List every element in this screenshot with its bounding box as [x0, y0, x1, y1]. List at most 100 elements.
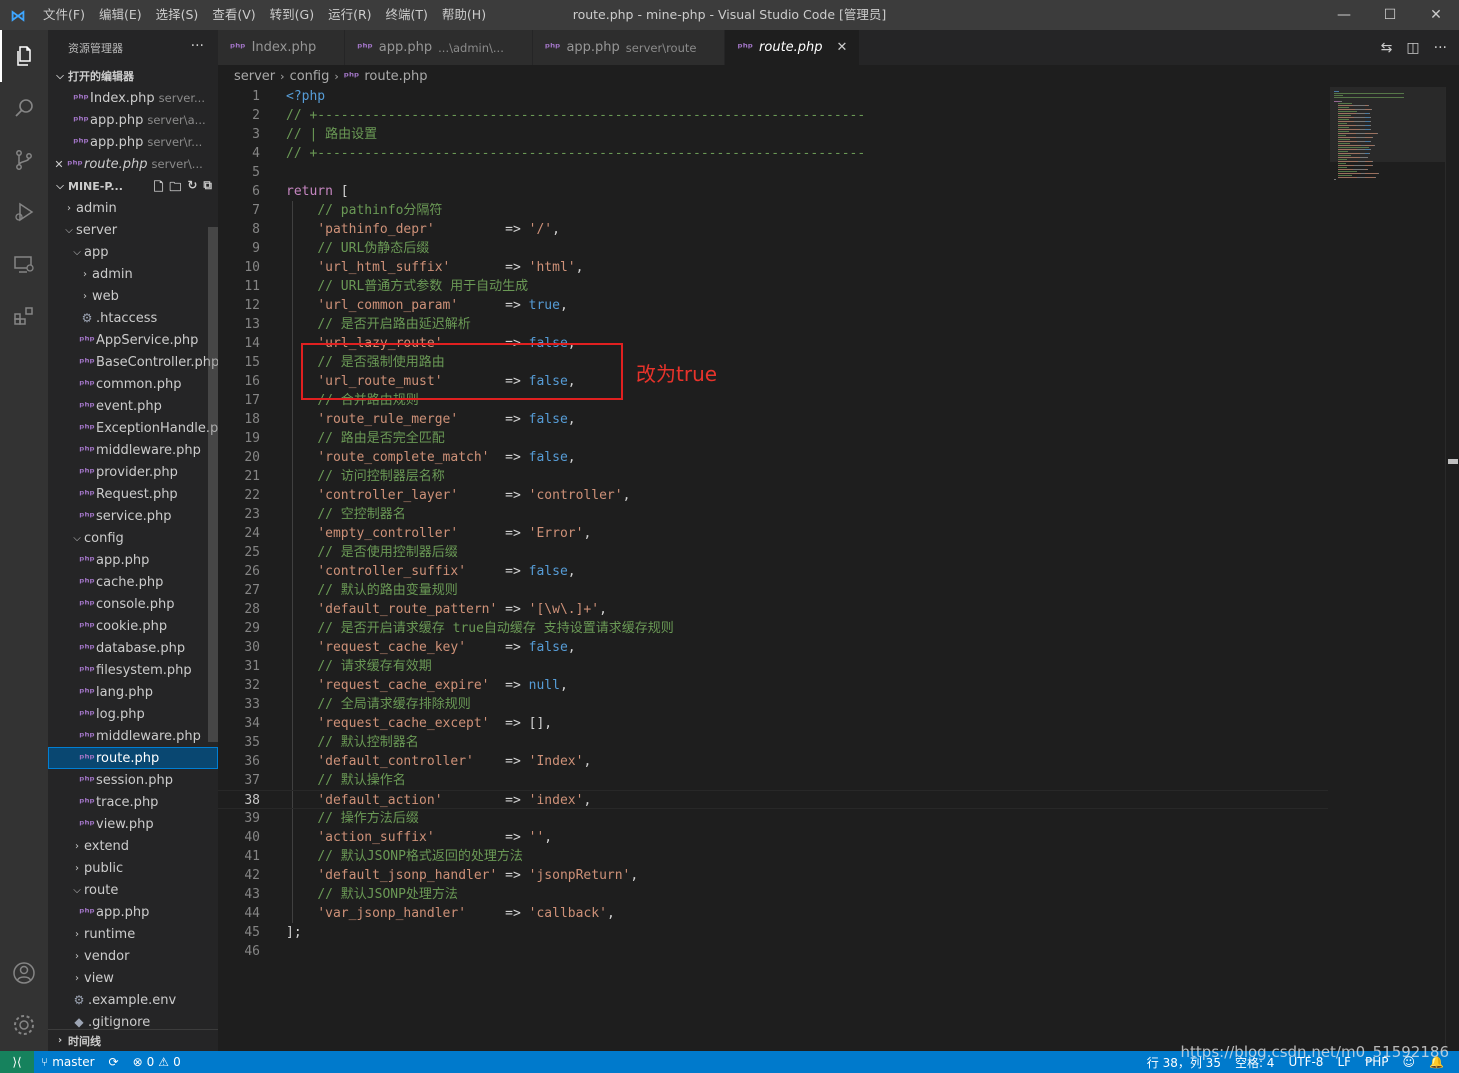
open-editor-item[interactable]: ✕ ᵖʰᵖ route.php server\... [48, 153, 218, 175]
sync-status[interactable]: ⟳ [102, 1055, 126, 1069]
extensions-icon[interactable] [0, 290, 48, 342]
file-item[interactable]: ⚙ .example.env [48, 989, 218, 1011]
editor-tab[interactable]: ᵖʰᵖ Index.php [218, 30, 346, 65]
file-item[interactable]: ᵖʰᵖ middleware.php [48, 439, 218, 461]
breadcrumb-item[interactable]: server [234, 69, 275, 84]
editor-tab[interactable]: ᵖʰᵖ app.php ...\admin\... [345, 30, 533, 65]
file-item[interactable]: ᵖʰᵖ provider.php [48, 461, 218, 483]
file-item[interactable]: ᵖʰᵖ trace.php [48, 791, 218, 813]
file-item[interactable]: ᵖʰᵖ AppService.php [48, 329, 218, 351]
more-actions-icon[interactable]: ··· [1434, 40, 1447, 56]
folder-item[interactable]: › extend [48, 835, 218, 857]
minimap[interactable] [1330, 87, 1445, 1051]
close-tab-icon[interactable]: ✕ [837, 40, 848, 55]
code-token: 'Index' [528, 754, 584, 769]
code-editor[interactable]: 1 <?php 2 // +-----------------------------… [218, 87, 1459, 1051]
menu-item[interactable]: 文件(F) [36, 0, 92, 30]
folder-item[interactable]: › admin [48, 263, 218, 285]
line-number: 31 [244, 659, 260, 674]
branch-status[interactable]: ⑂ master [34, 1055, 102, 1069]
settings-gear-icon[interactable] [0, 999, 48, 1051]
folder-item[interactable]: › admin [48, 197, 218, 219]
timeline-section[interactable]: › 时间线 [48, 1029, 218, 1051]
menu-item[interactable]: 帮助(H) [435, 0, 493, 30]
tree-item-label: cookie.php [96, 618, 168, 634]
file-item[interactable]: ᵖʰᵖ view.php [48, 813, 218, 835]
file-item[interactable]: ᵖʰᵖ console.php [48, 593, 218, 615]
close-window-icon[interactable]: ✕ [1413, 0, 1459, 30]
editor-scrollbar[interactable] [1445, 87, 1459, 1051]
editor-tab[interactable]: ᵖʰᵖ route.php ✕ [725, 30, 861, 65]
file-item[interactable]: ᵖʰᵖ filesystem.php [48, 659, 218, 681]
file-item[interactable]: ᵖʰᵖ service.php [48, 505, 218, 527]
folder-item[interactable]: ⌵ server [48, 219, 218, 241]
tree-item-label: .htaccess [96, 310, 158, 326]
remote-explorer-icon[interactable] [0, 238, 48, 290]
file-item[interactable]: ᵖʰᵖ lang.php [48, 681, 218, 703]
menu-item[interactable]: 运行(R) [321, 0, 378, 30]
close-icon[interactable]: ✕ [52, 158, 66, 171]
open-editor-item[interactable]: ᵖʰᵖ Index.php server... [48, 87, 218, 109]
folder-item[interactable]: › runtime [48, 923, 218, 945]
explorer-icon[interactable] [0, 30, 48, 82]
file-item[interactable]: ᵖʰᵖ common.php [48, 373, 218, 395]
file-item[interactable]: ⚙ .htaccess [48, 307, 218, 329]
file-item[interactable]: ᵖʰᵖ app.php [48, 549, 218, 571]
file-item[interactable]: ᵖʰᵖ ExceptionHandle.p... [48, 417, 218, 439]
folder-item[interactable]: ⌵ route [48, 879, 218, 901]
menu-item[interactable]: 转到(G) [263, 0, 321, 30]
menu-item[interactable]: 编辑(E) [92, 0, 149, 30]
error-count: 0 [146, 1055, 155, 1069]
breadcrumb-item[interactable]: route.php [364, 69, 427, 84]
collapse-all-icon[interactable]: ⧉ [203, 178, 212, 199]
project-section[interactable]: ⌵ MINE-P... 🗋 🗀 ↻ ⧉ [48, 175, 218, 197]
editor-tab[interactable]: ᵖʰᵖ app.php server\route [532, 30, 726, 65]
maximize-icon[interactable]: ☐ [1367, 0, 1413, 30]
code-line: 25 // 是否使用控制器后缀 [218, 543, 1328, 562]
file-item[interactable]: ᵖʰᵖ event.php [48, 395, 218, 417]
search-icon[interactable] [0, 82, 48, 134]
folder-item[interactable]: ⌵ config [48, 527, 218, 549]
sidebar-scrollbar[interactable] [208, 227, 218, 742]
file-item[interactable]: ᵖʰᵖ log.php [48, 703, 218, 725]
more-actions-icon[interactable]: ··· [191, 38, 204, 54]
new-file-icon[interactable]: 🗋 [154, 178, 164, 199]
file-item[interactable]: ᵖʰᵖ app.php [48, 901, 218, 923]
file-item[interactable]: ᵖʰᵖ session.php [48, 769, 218, 791]
file-item[interactable]: ᵖʰᵖ database.php [48, 637, 218, 659]
new-folder-icon[interactable]: 🗀 [169, 178, 181, 199]
refresh-icon[interactable]: ↻ [187, 178, 197, 199]
menu-item[interactable]: 查看(V) [205, 0, 262, 30]
file-item[interactable]: ᵖʰᵖ cache.php [48, 571, 218, 593]
file-item[interactable]: ᵖʰᵖ route.php [48, 747, 218, 769]
menu-item[interactable]: 终端(T) [379, 0, 435, 30]
folder-item[interactable]: ⌵ app [48, 241, 218, 263]
line-number: 32 [244, 678, 260, 693]
menu-item[interactable]: 选择(S) [149, 0, 206, 30]
minimize-icon[interactable]: — [1321, 0, 1367, 30]
accounts-icon[interactable] [0, 947, 48, 999]
minimap-line [1338, 127, 1349, 128]
open-changes-icon[interactable]: ⇆ [1381, 40, 1393, 56]
problems-status[interactable]: ⊗ 0 ⚠ 0 [126, 1055, 188, 1069]
breadcrumb-item[interactable]: config [290, 69, 330, 84]
file-item[interactable]: ᵖʰᵖ Request.php [48, 483, 218, 505]
folder-item[interactable]: › public [48, 857, 218, 879]
folder-item[interactable]: › web [48, 285, 218, 307]
code-token: // 请求缓存有效期 [317, 659, 432, 674]
open-editors-section[interactable]: ⌵ 打开的编辑器 [48, 65, 218, 87]
file-item[interactable]: ᵖʰᵖ cookie.php [48, 615, 218, 637]
run-debug-icon[interactable] [0, 186, 48, 238]
remote-indicator-icon[interactable]: ⟩⟨ [0, 1051, 34, 1073]
line-source: 'default_jsonp_handler' => 'jsonpReturn'… [286, 866, 638, 885]
folder-item[interactable]: › vendor [48, 945, 218, 967]
minimap-line [1356, 137, 1365, 138]
open-editor-item[interactable]: ᵖʰᵖ app.php server\a... [48, 109, 218, 131]
file-item[interactable]: ᵖʰᵖ middleware.php [48, 725, 218, 747]
folder-item[interactable]: › view [48, 967, 218, 989]
split-editor-icon[interactable]: ◫ [1406, 40, 1419, 56]
source-control-icon[interactable] [0, 134, 48, 186]
open-editor-item[interactable]: ᵖʰᵖ app.php server\r... [48, 131, 218, 153]
file-item[interactable]: ᵖʰᵖ BaseController.php [48, 351, 218, 373]
